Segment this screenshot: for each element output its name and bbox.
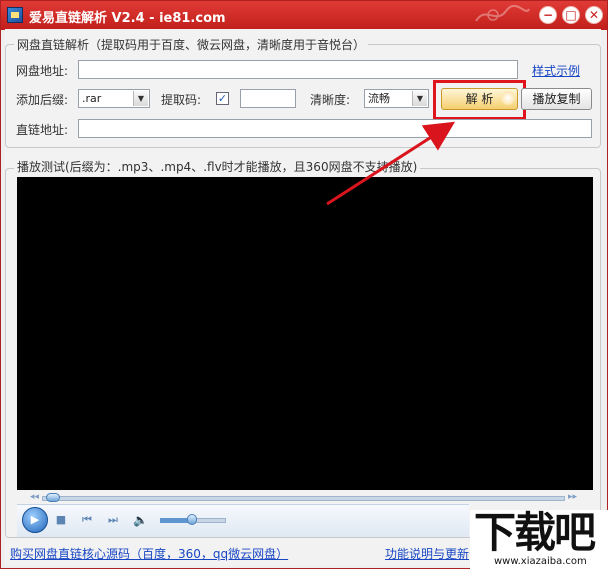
video-area[interactable] [17,177,593,490]
direct-url-label: 直链地址: [16,123,69,137]
parse-group-label: 网盘直链解析（提取码用于百度、微云网盘，清晰度用于音悦台） [14,36,369,53]
buy-source-link[interactable]: 购买网盘直链核心源码（百度，360，qq微云网盘） [10,545,288,562]
fast-forward-icon[interactable]: ▸▸ [568,492,577,502]
seek-bar[interactable] [42,496,565,501]
suffix-label: 添加后缀: [16,93,69,107]
app-icon [7,7,23,23]
rewind-icon[interactable]: ◂◂ [30,492,39,502]
help-link[interactable]: 功能说明与更新 [385,545,469,562]
clarity-select[interactable]: 流畅 ▼ [364,89,429,108]
clarity-label: 清晰度: [310,93,351,107]
play-copy-button[interactable]: 播放复制 [521,88,592,110]
extract-code-checkbox[interactable]: ✓ [216,92,229,105]
title-bar[interactable]: 爱易直链解析 V2.4 - ie81.com − □ ✕ [1,1,607,30]
window-title: 爱易直链解析 V2.4 - ie81.com [29,11,226,26]
volume-icon[interactable]: 🔈 [133,513,148,527]
volume-thumb[interactable] [187,514,197,525]
suffix-select[interactable]: .rar ▼ [78,89,150,108]
clarity-select-value: 流畅 [368,92,390,105]
watermark-logo: 下载吧 [474,508,596,557]
highlight-box [433,80,526,120]
previous-icon[interactable]: ⏮ [80,513,94,527]
extract-code-label: 提取码: [161,93,202,107]
seek-thumb[interactable] [46,493,60,502]
direct-url-input[interactable] [78,119,592,138]
chevron-down-icon[interactable]: ▼ [133,91,148,106]
stop-icon[interactable]: ■ [54,513,68,527]
suffix-select-value: .rar [82,92,102,105]
play-group-label: 播放测试(后缀为：.mp3、.mp4、.flv时才能播放，且360网盘不支持播放… [14,158,421,175]
maximize-button[interactable]: □ [562,6,580,24]
close-button[interactable]: ✕ [585,6,603,24]
title-ornament-icon [475,4,530,22]
minimize-button[interactable]: − [539,6,557,24]
next-icon[interactable]: ⏭ [106,513,120,527]
extract-code-input[interactable] [240,89,296,108]
disk-url-label: 网盘地址: [16,64,69,78]
disk-url-input[interactable] [78,60,518,79]
watermark-url: www.xiazaiba.com [494,556,587,567]
chevron-down-icon[interactable]: ▼ [412,91,427,106]
play-icon[interactable]: ▶ [22,507,48,533]
style-example-link[interactable]: 样式示例 [532,62,580,79]
